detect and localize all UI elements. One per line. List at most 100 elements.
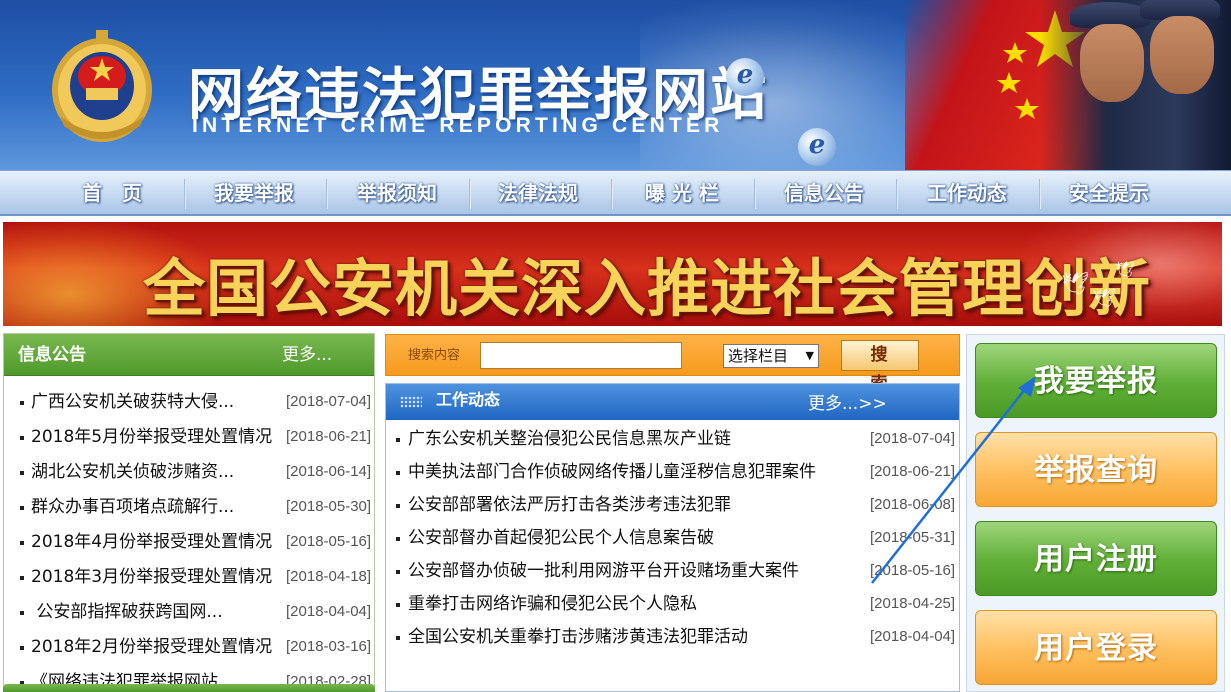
bullet-icon: [20, 471, 24, 475]
nav-home[interactable]: 首 页: [47, 171, 177, 215]
nav-divider: [611, 179, 613, 209]
dove-icon: 🕊: [1061, 272, 1089, 297]
announcements-title: 信息公告: [18, 345, 86, 365]
list-item[interactable]: 群众办事百项堵点疏解行... [2018-05-30]: [4, 494, 374, 529]
bullet-icon: [396, 603, 400, 607]
list-item-title[interactable]: 群众办事百项堵点疏解行...: [31, 494, 234, 520]
list-item[interactable]: 广西公安机关破获特大侵... [2018-07-04]: [4, 389, 374, 424]
list-item-title[interactable]: 全国公安机关重拳打击涉赌涉黄违法犯罪活动: [408, 624, 748, 650]
nav-divider: [1039, 179, 1041, 209]
nav-exposure[interactable]: 曝 光 栏: [617, 171, 747, 215]
search-label: 搜索内容: [408, 348, 461, 363]
nav-laws[interactable]: 法律法规: [473, 171, 603, 215]
list-item[interactable]: 2018年2月份举报受理处置情况 [2018-03-16]: [4, 634, 374, 669]
list-item[interactable]: 2018年5月份举报受理处置情况 [2018-06-21]: [4, 424, 374, 459]
work-news-more-link[interactable]: 更多...>>: [808, 388, 887, 420]
list-item[interactable]: 公安部部署依法严厉打击各类涉考违法犯罪 [2018-06-08]: [386, 492, 959, 525]
bullet-icon: [20, 401, 24, 405]
list-item-date: [2018-05-31]: [870, 529, 956, 546]
dropdown-arrow-icon: ▼: [805, 349, 814, 362]
bullet-icon: [396, 636, 400, 640]
list-item-title[interactable]: 2018年5月份举报受理处置情况: [31, 424, 272, 450]
work-news-list: 广东公安机关整治侵犯公民信息黑灰产业链 [2018-07-04] 中美执法部门合作…: [386, 426, 959, 657]
police-officers-graphic: [1040, 0, 1231, 170]
quick-actions-panel: 我要举报 举报查询 用户注册 用户登录: [966, 334, 1225, 692]
nav-safety-tips[interactable]: 安全提示: [1044, 171, 1174, 215]
list-item-date: [2018-07-04]: [286, 393, 372, 410]
bullet-icon: [20, 646, 24, 650]
list-item-title[interactable]: 公安部督办侦破一批利用网游平台开设赌场重大案件: [408, 558, 799, 584]
search-input[interactable]: [480, 342, 682, 369]
list-item[interactable]: 重拳打击网络诈骗和侵犯公民个人隐私 [2018-04-25]: [386, 591, 959, 624]
list-item-title[interactable]: 公安部部署依法严厉打击各类涉考违法犯罪: [408, 492, 731, 518]
list-item[interactable]: 中美执法部门合作侦破网络传播儿童淫秽信息犯罪案件 [2018-06-21]: [386, 459, 959, 492]
list-item-date: [2018-06-21]: [286, 428, 372, 445]
main-nav: 首 页 我要举报 举报须知 法律法规 曝 光 栏 信息公告 工作动态 安全提示: [0, 170, 1231, 216]
nav-divider: [184, 179, 186, 209]
list-item-title[interactable]: 中美执法部门合作侦破网络传播儿童淫秽信息犯罪案件: [408, 459, 816, 485]
nav-divider: [326, 179, 328, 209]
list-item[interactable]: 湖北公安机关侦破涉赌资... [2018-06-14]: [4, 459, 374, 494]
bullet-icon: [396, 438, 400, 442]
list-item-date: [2018-06-14]: [286, 463, 372, 480]
list-item-title[interactable]: 2018年2月份举报受理处置情况: [31, 634, 272, 660]
report-button[interactable]: 我要举报: [975, 343, 1217, 418]
list-item-title[interactable]: 重拳打击网络诈骗和侵犯公民个人隐私: [408, 591, 697, 617]
bullet-icon: [20, 611, 24, 615]
list-item-date: [2018-04-04]: [286, 603, 372, 620]
register-button[interactable]: 用户注册: [975, 521, 1217, 596]
list-item-title[interactable]: 公安部指挥破获跨国网...: [31, 599, 222, 625]
list-item-title[interactable]: 广西公安机关破获特大侵...: [31, 389, 234, 415]
bullet-icon: [20, 541, 24, 545]
announcements-list: 广西公安机关破获特大侵... [2018-07-04] 2018年5月份举报受理处…: [4, 389, 374, 691]
announcements-more-link[interactable]: 更多...: [282, 334, 332, 376]
nav-work-news[interactable]: 工作动态: [902, 171, 1032, 215]
dove-icon: 🕊: [1115, 260, 1136, 279]
nav-report[interactable]: 我要举报: [189, 171, 319, 215]
bullet-icon: [396, 570, 400, 574]
police-officer-icon: [1150, 16, 1214, 94]
list-item[interactable]: 2018年3月份举报受理处置情况 [2018-04-18]: [4, 564, 374, 599]
category-select[interactable]: 选择栏目 ▼: [723, 344, 819, 368]
site-subtitle: INTERNET CRIME REPORTING CENTER: [192, 114, 724, 137]
list-item[interactable]: 公安部指挥破获跨国网... [2018-04-04]: [4, 599, 374, 634]
list-item-date: [2018-04-04]: [870, 628, 956, 645]
bullet-icon: [20, 506, 24, 510]
announcements-panel: 信息公告 更多... 广西公安机关破获特大侵... [2018-07-04] 20…: [3, 333, 375, 692]
bullet-icon: [396, 504, 400, 508]
search-button[interactable]: 搜 索: [841, 340, 919, 394]
site-header: 网络违法犯罪举报网站 INTERNET CRIME REPORTING CENT…: [0, 0, 1231, 170]
list-item-title[interactable]: 湖北公安机关侦破涉赌资...: [31, 459, 234, 485]
list-item-date: [2018-04-25]: [870, 595, 956, 612]
police-emblem-icon: [52, 30, 152, 142]
list-item[interactable]: 公安部督办侦破一批利用网游平台开设赌场重大案件 [2018-05-16]: [386, 558, 959, 591]
bullet-icon: [20, 576, 24, 580]
list-item-date: [2018-05-16]: [286, 533, 372, 550]
list-item-date: [2018-03-16]: [286, 638, 372, 655]
work-news-header: 工作动态 更多...>>: [386, 384, 959, 420]
nav-announcements[interactable]: 信息公告: [759, 171, 889, 215]
grid-dots-icon: [400, 396, 422, 408]
list-item-title[interactable]: 2018年4月份举报受理处置情况: [31, 529, 272, 555]
nav-divider: [469, 179, 471, 209]
list-item-title[interactable]: 公安部督办首起侵犯公民个人信息案告破: [408, 525, 714, 551]
work-news-panel: 工作动态 更多...>> 广东公安机关整治侵犯公民信息黑灰产业链 [2018-07…: [385, 383, 960, 692]
list-item[interactable]: 广东公安机关整治侵犯公民信息黑灰产业链 [2018-07-04]: [386, 426, 959, 459]
list-item[interactable]: 全国公安机关重拳打击涉赌涉黄违法犯罪活动 [2018-04-04]: [386, 624, 959, 657]
list-item-title[interactable]: 2018年3月份举报受理处置情况: [31, 564, 272, 590]
list-item[interactable]: 公安部督办首起侵犯公民个人信息案告破 [2018-05-31]: [386, 525, 959, 558]
promo-banner[interactable]: 全国公安机关深入推进社会管理创新 🕊 🕊 🕊: [3, 222, 1222, 326]
nav-divider: [896, 179, 898, 209]
query-button[interactable]: 举报查询: [975, 432, 1217, 507]
nav-report-guide[interactable]: 举报须知: [332, 171, 462, 215]
list-item[interactable]: 2018年4月份举报受理处置情况 [2018-05-16]: [4, 529, 374, 564]
login-button[interactable]: 用户登录: [975, 610, 1217, 685]
bullet-icon: [396, 537, 400, 541]
dove-icon: 🕊: [1093, 288, 1116, 309]
work-news-title: 工作动态: [436, 390, 501, 409]
police-officer-icon: [1080, 24, 1144, 102]
nav-divider: [754, 179, 756, 209]
banner-slogan: 全国公安机关深入推进社会管理创新: [143, 252, 1152, 325]
e-globe-icon: e: [798, 128, 836, 166]
list-item-title[interactable]: 广东公安机关整治侵犯公民信息黑灰产业链: [408, 426, 731, 452]
